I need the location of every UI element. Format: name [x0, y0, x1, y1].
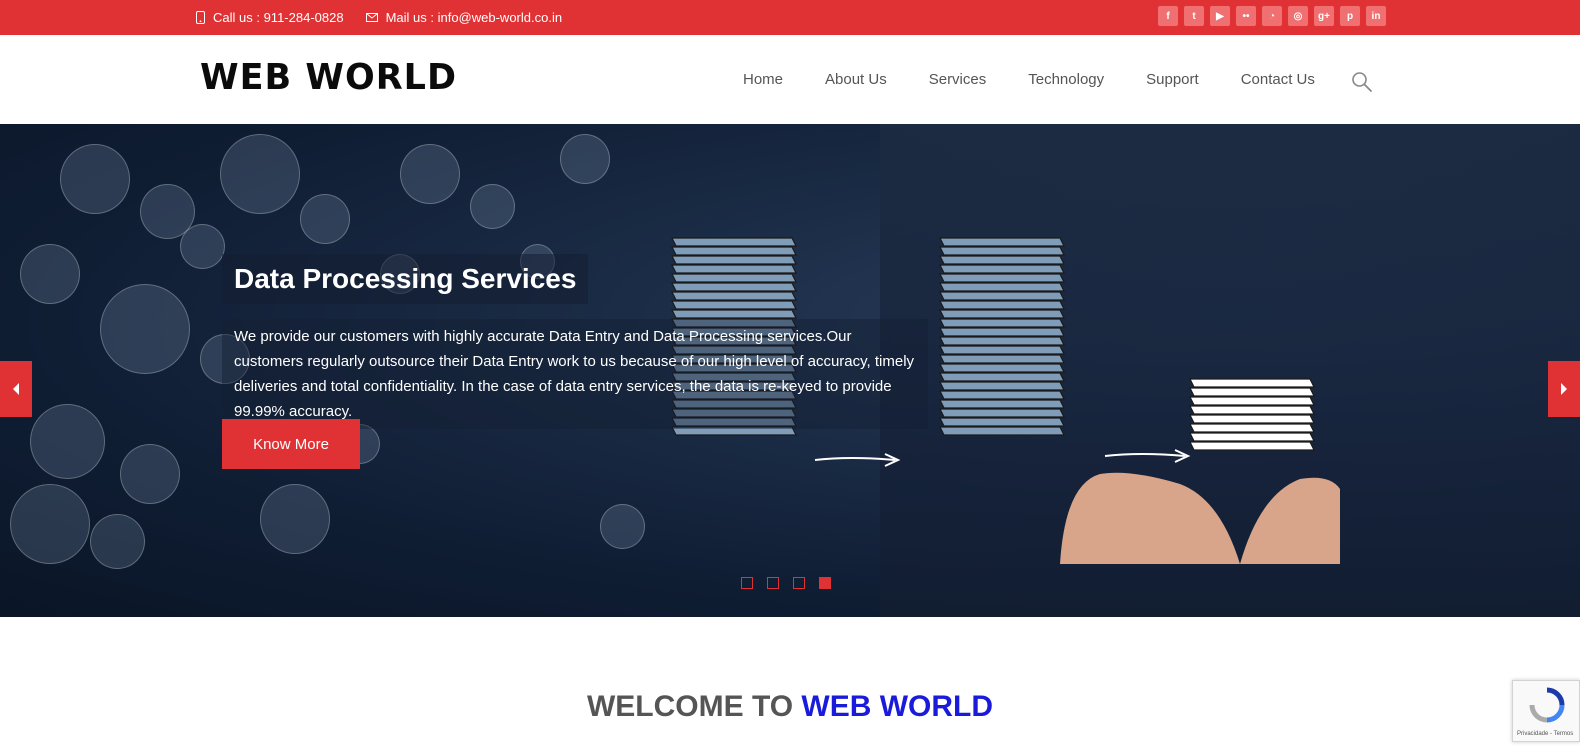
- welcome-heading: WELCOME TO WEB WORLD: [0, 690, 1580, 724]
- phone-text: Call us : 911-284-0828: [213, 10, 344, 25]
- hero-slider: Data Processing Services We provide our …: [0, 124, 1580, 617]
- google-plus-icon[interactable]: g+: [1314, 6, 1334, 26]
- nav-contact-us[interactable]: Contact Us: [1220, 71, 1336, 88]
- nav-technology[interactable]: Technology: [1007, 71, 1125, 88]
- slider-dot[interactable]: [793, 577, 805, 589]
- caret-left-icon: [13, 383, 19, 395]
- nav-home[interactable]: Home: [722, 71, 804, 88]
- facebook-icon[interactable]: f: [1158, 6, 1178, 26]
- nav-support[interactable]: Support: [1125, 71, 1220, 88]
- slide-description: We provide our customers with highly acc…: [222, 319, 928, 429]
- recaptcha-text: Privacidade - Termos: [1517, 731, 1574, 737]
- mail-contact[interactable]: Mail us : info@web-world.co.in: [365, 10, 563, 25]
- search-icon[interactable]: [1350, 70, 1374, 94]
- instagram-icon[interactable]: ◎: [1288, 6, 1308, 26]
- slider-dot[interactable]: [741, 577, 753, 589]
- site-logo[interactable]: WEB WORLD: [200, 58, 457, 99]
- linkedin-icon[interactable]: in: [1366, 6, 1386, 26]
- top-bar: Call us : 911-284-0828 Mail us : info@we…: [0, 0, 1580, 35]
- caret-right-icon: [1561, 383, 1567, 395]
- phone-contact[interactable]: Call us : 911-284-0828: [196, 10, 344, 25]
- recaptcha-badge[interactable]: Privacidade - Termos: [1512, 680, 1580, 742]
- slider-dot[interactable]: [819, 577, 831, 589]
- pinterest-icon[interactable]: p: [1340, 6, 1360, 26]
- welcome-prefix: WELCOME TO: [586, 690, 802, 723]
- mail-text: Mail us : info@web-world.co.in: [385, 10, 563, 25]
- slider-next-button[interactable]: [1548, 361, 1580, 417]
- know-more-button[interactable]: Know More: [222, 419, 360, 469]
- slider-prev-button[interactable]: [0, 361, 32, 417]
- slider-pagination: [741, 577, 831, 589]
- slide-title: Data Processing Services: [222, 254, 589, 304]
- site-header: WEB WORLD Home About Us Services Technology…: [0, 35, 1580, 124]
- youtube-icon[interactable]: ▶: [1210, 6, 1230, 26]
- slider-dot[interactable]: [767, 577, 779, 589]
- main-nav: Home About Us Services Technology Support Con…: [722, 35, 1336, 124]
- nav-services[interactable]: Services: [908, 71, 1008, 88]
- welcome-brand: WEB WORLD: [801, 690, 994, 723]
- contact-info: Call us : 911-284-0828 Mail us : info@we…: [196, 0, 562, 35]
- envelope-icon: [365, 13, 378, 22]
- rss-icon[interactable]: ◔: [1262, 6, 1282, 26]
- flickr-icon[interactable]: ••: [1236, 6, 1256, 26]
- mobile-phone-icon: [196, 11, 205, 24]
- nav-about-us[interactable]: About Us: [804, 71, 908, 88]
- twitter-icon[interactable]: t: [1184, 6, 1204, 26]
- recaptcha-logo-icon: [1529, 687, 1565, 723]
- social-links: f t ▶ •• ◔ ◎ g+ p in: [1158, 6, 1386, 26]
